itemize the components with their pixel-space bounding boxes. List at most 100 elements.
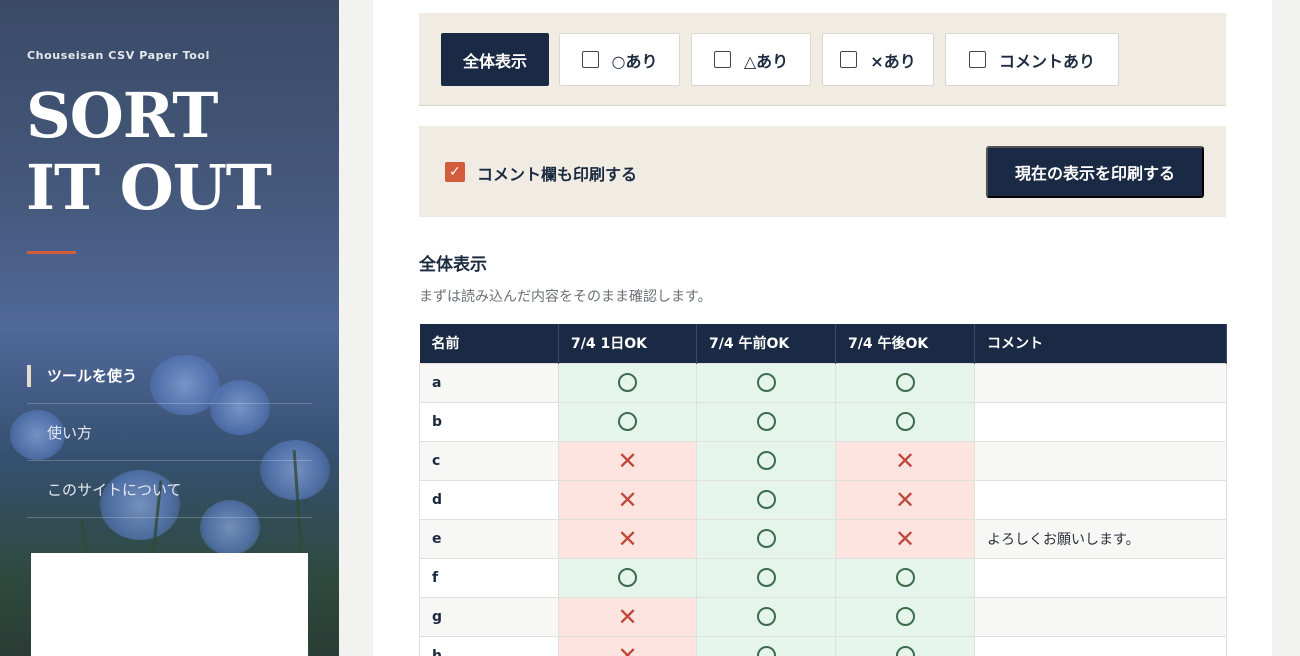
column-header-morning: 7/4 午前OK: [696, 324, 836, 363]
circle-ok-icon: [756, 490, 776, 509]
cell-availability: ✕: [835, 518, 975, 559]
cell-comment: [974, 635, 1227, 656]
brand-subtitle: Chouseisan CSV Paper Tool: [27, 49, 210, 62]
filter-ok-toggle[interactable]: ○あり: [559, 33, 680, 86]
table-row: f: [419, 557, 1227, 598]
filter-maybe-toggle[interactable]: △あり: [691, 33, 811, 86]
sidebar-white-panel: [31, 553, 308, 656]
section-description: まずは読み込んだ内容をそのまま確認します。: [419, 289, 712, 305]
cell-availability: [558, 557, 697, 598]
section-title: 全体表示: [419, 255, 487, 275]
brand-title-line1: SORT: [26, 79, 218, 152]
cross-ng-icon: ✕: [617, 641, 638, 656]
cell-comment: [974, 362, 1227, 403]
filter-maybe-checkbox[interactable]: [713, 51, 731, 68]
filter-ok-label: ○あり: [611, 51, 658, 71]
cell-availability: [696, 596, 836, 637]
sidebar-nav: ツールを使う 使い方 このサイトについて: [27, 347, 312, 518]
print-button[interactable]: 現在の表示を印刷する: [986, 146, 1204, 198]
circle-ok-icon: [756, 412, 776, 431]
cell-name: e: [419, 518, 559, 559]
circle-ok-icon: [756, 568, 776, 587]
filter-comment-checkbox[interactable]: [968, 51, 986, 68]
table-row: c ✕ ✕: [419, 440, 1227, 481]
print-options-bar: ✓ コメント欄も印刷する 現在の表示を印刷する: [419, 126, 1226, 217]
column-header-day: 7/4 1日OK: [558, 324, 697, 363]
filter-comment-label: コメントあり: [998, 51, 1095, 71]
cell-availability: [696, 401, 836, 442]
filter-ng-label: ×あり: [870, 51, 916, 71]
cross-ng-icon: ✕: [894, 446, 916, 475]
filter-bar: 全体表示 ○あり △あり ×あり コメントあり: [419, 13, 1226, 106]
table-row: d ✕ ✕: [419, 479, 1227, 520]
cell-availability: ✕: [835, 440, 975, 481]
cell-comment: [974, 557, 1227, 598]
brand-title-line2: IT OUT: [26, 151, 272, 224]
cross-ng-icon: ✕: [617, 446, 638, 475]
cell-availability: [835, 596, 975, 637]
cell-comment: よろしくお願いします。: [974, 518, 1227, 559]
brand-title[interactable]: SORT IT OUT: [26, 79, 272, 224]
cell-availability: [696, 635, 836, 656]
cross-ng-icon: ✕: [894, 485, 916, 514]
cross-ng-icon: ✕: [617, 602, 638, 631]
circle-ok-icon: [895, 607, 915, 626]
cell-comment: [974, 596, 1227, 637]
sidebar-item-how-to[interactable]: 使い方: [27, 404, 312, 461]
table-row: a: [419, 362, 1227, 403]
cell-name: a: [419, 362, 559, 403]
print-comment-checkbox[interactable]: ✓: [445, 162, 465, 182]
sidebar-item-use-tool[interactable]: ツールを使う: [27, 347, 312, 404]
filter-ng-checkbox[interactable]: [840, 51, 858, 68]
filter-maybe-label: △あり: [743, 51, 789, 71]
table-row: g ✕: [419, 596, 1227, 637]
cell-availability: [835, 635, 975, 656]
circle-ok-icon: [895, 646, 915, 656]
filter-all-button[interactable]: 全体表示: [441, 33, 549, 86]
cross-ng-icon: ✕: [617, 485, 638, 514]
cell-availability: [696, 362, 836, 403]
cell-name: f: [419, 557, 559, 598]
cell-availability: [696, 518, 836, 559]
table-row: h ✕: [419, 635, 1227, 656]
table-row: e ✕ ✕ よろしくお願いします。: [419, 518, 1227, 559]
cell-availability: [835, 557, 975, 598]
cell-availability: [835, 362, 975, 403]
column-header-name: 名前: [419, 324, 559, 363]
cell-name: h: [419, 635, 559, 656]
filter-comment-toggle[interactable]: コメントあり: [945, 33, 1119, 86]
circle-ok-icon: [756, 607, 776, 626]
cell-availability: ✕: [558, 635, 697, 656]
main-panel: 全体表示 ○あり △あり ×あり コメントあり ✓ コメント欄も印刷する 現在の…: [373, 0, 1272, 656]
cell-availability: [558, 362, 697, 403]
cell-name: b: [419, 401, 559, 442]
sidebar: Chouseisan CSV Paper Tool SORT IT OUT ツー…: [0, 0, 339, 656]
filter-all-label: 全体表示: [462, 53, 527, 71]
brand-divider: [27, 251, 76, 254]
cell-availability: [696, 557, 836, 598]
table-body: a b c ✕ ✕ d ✕ ✕ e ✕ ✕ よろしくお願いします。 f g ✕ h ✕: [419, 362, 1227, 656]
cell-comment: [974, 479, 1227, 520]
cell-name: c: [419, 440, 559, 481]
cross-ng-icon: ✕: [894, 524, 916, 553]
circle-ok-icon: [895, 373, 915, 392]
cell-availability: ✕: [835, 479, 975, 520]
circle-ok-icon: [756, 451, 776, 470]
column-header-comment: コメント: [974, 324, 1227, 363]
circle-ok-icon: [618, 412, 637, 431]
table-header-row: 名前 7/4 1日OK 7/4 午前OK 7/4 午後OK コメント: [419, 324, 1227, 363]
circle-ok-icon: [618, 373, 637, 392]
print-comment-label[interactable]: コメント欄も印刷する: [477, 161, 637, 185]
filter-ok-checkbox[interactable]: [581, 51, 599, 68]
cell-availability: ✕: [558, 440, 697, 481]
column-header-afternoon: 7/4 午後OK: [835, 324, 975, 363]
cell-comment: [974, 440, 1227, 481]
filter-ng-toggle[interactable]: ×あり: [822, 33, 934, 86]
sidebar-item-about[interactable]: このサイトについて: [27, 461, 312, 518]
results-table: 名前 7/4 1日OK 7/4 午前OK 7/4 午後OK コメント a b c ✕ ✕…: [419, 324, 1227, 656]
circle-ok-icon: [756, 373, 776, 392]
cell-availability: ✕: [558, 596, 697, 637]
cell-name: g: [419, 596, 559, 637]
cross-ng-icon: ✕: [617, 524, 638, 553]
cell-comment: [974, 401, 1227, 442]
